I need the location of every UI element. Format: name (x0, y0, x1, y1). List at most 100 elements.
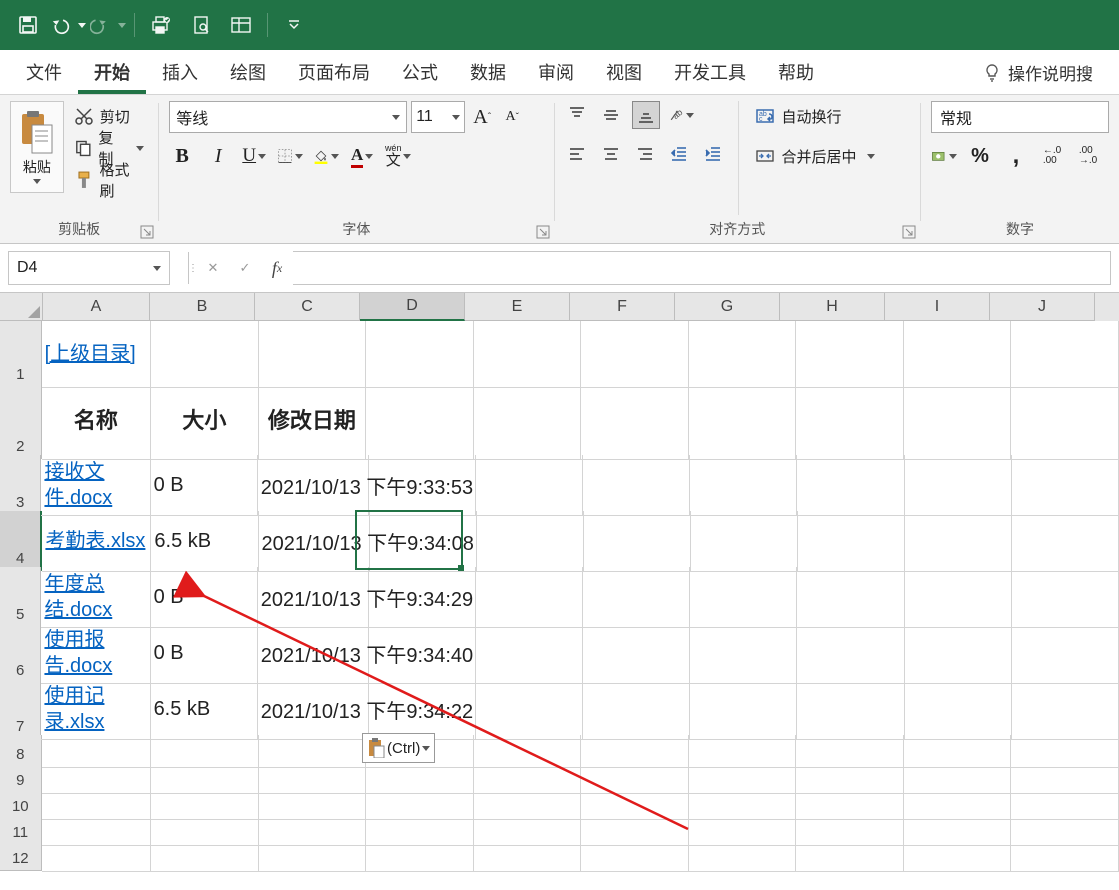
cell-H3[interactable] (797, 455, 904, 516)
cell-J1[interactable] (1011, 321, 1119, 388)
align-center-button[interactable] (598, 141, 624, 167)
column-header-G[interactable]: G (675, 293, 780, 321)
undo-button[interactable] (50, 7, 86, 43)
cell-J12[interactable] (1011, 841, 1119, 872)
cell-F7[interactable] (583, 679, 690, 740)
formula-bar[interactable] (293, 251, 1111, 285)
cell-J4[interactable] (1012, 511, 1119, 572)
cell-J5[interactable] (1012, 567, 1119, 628)
cell-E3[interactable] (476, 455, 583, 516)
wrap-text-button[interactable]: abc自动换行 (751, 103, 878, 129)
align-middle-button[interactable] (598, 102, 624, 128)
tab-draw[interactable]: 绘图 (214, 49, 282, 94)
cell-B1[interactable] (151, 321, 259, 388)
cell-H2[interactable] (796, 383, 904, 460)
cell-B2[interactable]: 大小 (151, 383, 259, 460)
cell-B7[interactable]: 6.5 kB (151, 679, 258, 740)
font-size-combo[interactable]: 11 (411, 101, 465, 133)
cell-G4[interactable] (691, 511, 798, 572)
tab-review[interactable]: 审阅 (522, 49, 590, 94)
cut-button[interactable]: 剪切 (70, 103, 149, 129)
cell-B12[interactable] (151, 841, 259, 872)
cell-F12[interactable] (581, 841, 689, 872)
percent-button[interactable]: % (967, 143, 993, 169)
cell-H6[interactable] (797, 623, 904, 684)
cell-A2[interactable]: 名称 (42, 383, 151, 460)
cell-I1[interactable] (904, 321, 1012, 388)
row-header-3[interactable]: 3 (0, 455, 41, 515)
workbook-views-button[interactable] (223, 7, 259, 43)
phonetic-guide-button[interactable]: wén文 (385, 143, 411, 169)
cell-I5[interactable] (905, 567, 1012, 628)
borders-button[interactable] (277, 143, 303, 169)
accounting-format-button[interactable] (931, 143, 957, 169)
cell-E2[interactable] (474, 383, 582, 460)
tab-view[interactable]: 视图 (590, 49, 658, 94)
select-all-corner[interactable] (0, 293, 43, 321)
tab-developer[interactable]: 开发工具 (658, 49, 762, 94)
cell-D12[interactable] (366, 841, 474, 872)
bold-button[interactable]: B (169, 143, 195, 169)
cell-C3[interactable]: 2021/10/13 下午9:33:53 (258, 455, 369, 516)
align-top-button[interactable] (564, 102, 590, 128)
tab-page-layout[interactable]: 页面布局 (282, 49, 386, 94)
cell-B6[interactable]: 0 B (151, 623, 258, 684)
cell-F5[interactable] (583, 567, 690, 628)
row-header-6[interactable]: 6 (0, 623, 41, 683)
column-header-A[interactable]: A (43, 293, 150, 321)
cell-I2[interactable] (904, 383, 1012, 460)
cell-A3[interactable]: 接收文件.docx (41, 455, 150, 516)
cell-E7[interactable] (476, 679, 583, 740)
cell-I6[interactable] (905, 623, 1012, 684)
row-header-2[interactable]: 2 (0, 383, 42, 459)
link[interactable]: 年度总结.docx (44, 571, 146, 623)
cell-I3[interactable] (905, 455, 1012, 516)
cell-C7[interactable]: 2021/10/13 下午9:34:22 (258, 679, 369, 740)
insert-function-button[interactable]: fx (261, 252, 293, 284)
cell-H4[interactable] (798, 511, 905, 572)
redo-button[interactable] (90, 7, 126, 43)
underline-button[interactable]: U (241, 143, 267, 169)
clipboard-launcher[interactable] (140, 225, 154, 239)
cell-A6[interactable]: 使用报告.docx (41, 623, 150, 684)
cell-F2[interactable] (581, 383, 689, 460)
cell-I4[interactable] (905, 511, 1012, 572)
tab-formulas[interactable]: 公式 (386, 49, 454, 94)
cell-H12[interactable] (796, 841, 904, 872)
orientation-button[interactable]: ab (668, 102, 694, 128)
cell-F3[interactable] (583, 455, 690, 516)
merge-center-button[interactable]: 合并后居中 (751, 143, 878, 169)
cell-J2[interactable] (1011, 383, 1119, 460)
tab-file[interactable]: 文件 (10, 49, 78, 94)
column-header-D[interactable]: D (360, 293, 465, 321)
cell-G12[interactable] (689, 841, 797, 872)
cell-F4[interactable] (584, 511, 691, 572)
cell-D1[interactable] (366, 321, 474, 388)
cell-E5[interactable] (476, 567, 583, 628)
shrink-font-button[interactable]: Aˇ (499, 104, 525, 130)
grow-font-button[interactable]: Aˆ (469, 104, 495, 130)
decrease-decimal-button[interactable]: .00→.0 (1075, 143, 1101, 169)
tab-home[interactable]: 开始 (78, 49, 146, 94)
column-header-E[interactable]: E (465, 293, 570, 321)
align-right-button[interactable] (632, 141, 658, 167)
cell-G7[interactable] (690, 679, 797, 740)
enter-button[interactable]: ✓ (229, 252, 261, 284)
row-header-1[interactable]: 1 (0, 321, 42, 387)
increase-indent-button[interactable] (700, 141, 726, 167)
cell-E6[interactable] (476, 623, 583, 684)
cell-F6[interactable] (583, 623, 690, 684)
increase-decimal-button[interactable]: ←.0.00 (1039, 143, 1065, 169)
cell-A12[interactable] (42, 841, 151, 872)
link[interactable]: 使用记录.xlsx (44, 683, 146, 735)
column-header-H[interactable]: H (780, 293, 885, 321)
customize-qat-button[interactable] (276, 7, 312, 43)
paste-options-button[interactable]: (Ctrl) (362, 733, 435, 763)
copy-button[interactable]: 复制 (70, 135, 149, 161)
align-left-button[interactable] (564, 141, 590, 167)
cancel-button[interactable]: ✕ (197, 252, 229, 284)
cell-C1[interactable] (259, 321, 367, 388)
row-header-12[interactable]: 12 (0, 841, 42, 871)
cell-J3[interactable] (1012, 455, 1119, 516)
quick-print-button[interactable] (143, 7, 179, 43)
